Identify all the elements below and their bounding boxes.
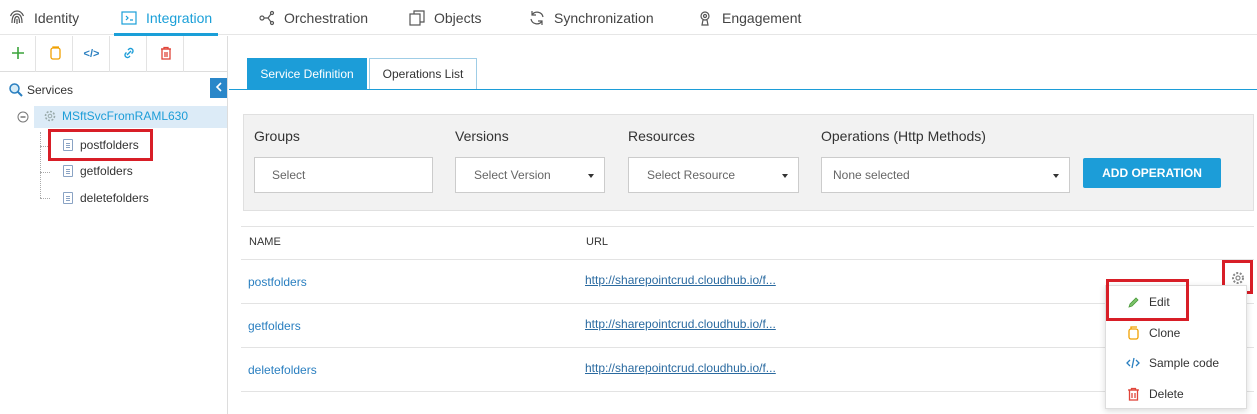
operations-label: Operations (Http Methods) [821,128,986,144]
operation-label: getfolders [80,164,133,178]
tree-service-item[interactable]: MSftSvcFromRAML630 [44,109,188,123]
versions-label: Versions [455,128,509,144]
nav-item-orchestration[interactable]: Orchestration [258,0,368,35]
document-icon [63,192,73,204]
service-label: MSftSvcFromRAML630 [62,109,189,123]
menu-item-label: Clone [1149,326,1181,340]
tab-service-definition[interactable]: Service Definition [247,58,367,90]
sidebar-toolbar: </> [0,36,228,72]
nav-item-synchronization[interactable]: Synchronization [528,0,654,35]
code-icon: </> [83,48,100,60]
copy-icon [48,45,62,63]
caret-down-icon [1053,174,1059,178]
tree-operation-item[interactable]: getfolders [63,164,133,178]
code-button[interactable]: </> [74,36,110,72]
tree-operation-item[interactable]: deletefolders [63,191,149,205]
service-gear-icon [44,110,56,122]
groups-label: Groups [254,128,300,144]
search-icon [8,82,24,98]
groups-input[interactable]: Select [254,157,433,193]
orchestration-icon [258,9,276,27]
column-header-name: NAME [249,236,281,248]
menu-item-delete[interactable]: Delete [1106,379,1248,409]
operations-select[interactable]: None selected [821,157,1070,193]
engagement-icon [696,9,714,27]
plus-icon [11,46,25,63]
menu-item-label: Sample code [1149,356,1220,370]
tab-underline [229,89,1257,90]
chevron-left-icon [215,81,223,95]
expand-toggle[interactable] [17,111,29,123]
minus-circle-icon [17,111,29,123]
document-icon [63,165,73,177]
add-operation-label: ADD OPERATION [1102,166,1202,180]
nav-label: Engagement [722,9,802,26]
tree-connector [40,132,41,198]
tab-label: Operations List [382,67,464,81]
highlight-box [1106,279,1189,321]
nav-label: Integration [146,9,213,26]
nav-label: Objects [434,9,482,26]
fingerprint-icon [8,9,26,27]
sync-icon [528,9,546,27]
operation-url-link[interactable]: http://sharepointcrud.cloudhub.io/f... [585,361,776,375]
tree-connector [40,172,50,173]
nav-label: Synchronization [554,9,654,26]
tab-operations-list[interactable]: Operations List [369,58,477,89]
code-icon [1126,356,1140,370]
add-operation-button[interactable]: ADD OPERATION [1083,158,1221,188]
copy-icon [1126,326,1140,340]
column-header-url: URL [586,236,609,248]
tree-connector [40,198,50,199]
trash-icon [159,46,173,63]
collapse-panel-button[interactable] [210,78,227,98]
nav-item-engagement[interactable]: Engagement [696,0,801,35]
tree-root-services[interactable]: Services [8,82,73,98]
operation-url-link[interactable]: http://sharepointcrud.cloudhub.io/f... [585,273,776,287]
add-button[interactable] [0,36,36,72]
nav-label: Orchestration [284,9,369,26]
nav-item-identity[interactable]: Identity [8,0,79,35]
caret-down-icon [782,174,788,178]
groups-placeholder: Select [272,168,306,182]
menu-item-clone[interactable]: Clone [1106,318,1248,348]
caret-down-icon [588,174,594,178]
top-nav: Identity Integration Orchestration Objec… [0,0,1257,36]
trash-icon [1126,387,1140,401]
resources-value: Select Resource [647,168,736,182]
operation-url-link[interactable]: http://sharepointcrud.cloudhub.io/f... [585,317,776,331]
tab-label: Service Definition [260,67,354,81]
menu-item-label: Delete [1149,387,1184,401]
operations-value: None selected [833,168,910,182]
versions-value: Select Version [474,168,551,182]
link-icon [122,46,136,63]
operation-name-link[interactable]: deletefolders [248,363,317,377]
resources-label: Resources [628,128,695,144]
highlight-box [48,129,153,161]
link-button[interactable] [111,36,147,72]
operation-label: deletefolders [80,191,149,205]
integration-icon [120,9,138,27]
table-header [241,226,1254,260]
versions-select[interactable]: Select Version [455,157,605,193]
nav-label: Identity [34,9,80,26]
copy-button[interactable] [37,36,73,72]
objects-icon [408,9,426,27]
resources-select[interactable]: Select Resource [628,157,799,193]
delete-button[interactable] [148,36,184,72]
nav-item-objects[interactable]: Objects [408,0,481,35]
operation-name-link[interactable]: postfolders [248,275,307,289]
operation-name-link[interactable]: getfolders [248,319,301,333]
tree-root-label: Services [27,83,74,97]
menu-item-sample-code[interactable]: Sample code [1106,348,1248,378]
nav-item-integration[interactable]: Integration [113,0,219,36]
services-panel: </> Services MSftSvcFromRAML630 postfold… [0,36,228,414]
